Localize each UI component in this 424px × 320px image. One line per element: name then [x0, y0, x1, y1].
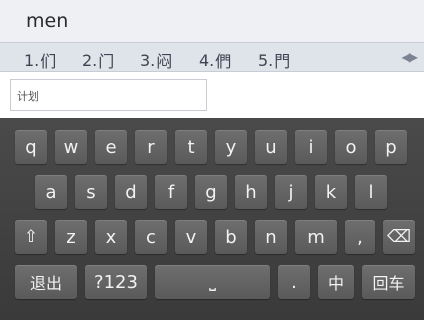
space-key[interactable]: ⎵ — [155, 265, 270, 299]
key-g[interactable]: g — [195, 175, 227, 209]
key-comma[interactable]: , — [345, 220, 375, 254]
candidate-char: 门 — [98, 52, 115, 71]
key-w[interactable]: w — [55, 130, 87, 164]
backspace-icon: ⌫ — [386, 227, 412, 247]
key-a[interactable]: a — [35, 175, 67, 209]
shift-icon: ⇧ — [23, 227, 39, 247]
candidate-number: 3. — [140, 50, 156, 70]
key-y[interactable]: y — [215, 130, 247, 164]
key-n[interactable]: n — [255, 220, 287, 254]
candidate-item[interactable]: 4. 們 — [199, 48, 231, 72]
text-input-field[interactable]: 计划 — [10, 79, 207, 111]
key-period[interactable]: . — [278, 265, 310, 299]
key-i[interactable]: i — [295, 130, 327, 164]
key-l[interactable]: l — [355, 175, 387, 209]
candidate-char: 们 — [40, 52, 57, 71]
chinese-toggle-key[interactable]: 中 — [318, 265, 354, 299]
candidate-number: 5. — [258, 50, 274, 70]
candidate-item[interactable]: 2. 门 — [82, 48, 114, 72]
candidate-bar: 1. 们 2. 门 3. 闷 4. 們 5. 門 ◀▶ — [0, 42, 424, 72]
key-j[interactable]: j — [275, 175, 307, 209]
shift-key[interactable]: ⇧ — [15, 220, 47, 254]
key-z[interactable]: z — [55, 220, 87, 254]
key-k[interactable]: k — [315, 175, 347, 209]
key-m[interactable]: m — [295, 220, 337, 254]
candidate-number: 2. — [82, 50, 98, 70]
candidate-char: 闷 — [156, 52, 173, 71]
key-t[interactable]: t — [175, 130, 207, 164]
key-h[interactable]: h — [235, 175, 267, 209]
key-v[interactable]: v — [175, 220, 207, 254]
key-x[interactable]: x — [95, 220, 127, 254]
backspace-key[interactable]: ⌫ — [383, 220, 415, 254]
key-d[interactable]: d — [115, 175, 147, 209]
key-o[interactable]: o — [335, 130, 367, 164]
key-b[interactable]: b — [215, 220, 247, 254]
key-p[interactable]: p — [375, 130, 407, 164]
numbers-key[interactable]: ?123 — [85, 265, 147, 299]
key-r[interactable]: r — [135, 130, 167, 164]
candidate-item[interactable]: 5. 門 — [258, 48, 290, 72]
key-e[interactable]: e — [95, 130, 127, 164]
key-f[interactable]: f — [155, 175, 187, 209]
candidate-char: 們 — [215, 52, 232, 71]
preedit-text: men — [26, 10, 69, 32]
page-arrows-icon[interactable]: ◀▶ — [402, 50, 419, 64]
input-value: 计划 — [17, 90, 39, 103]
virtual-keyboard: q w e r t y u i o p a s d f g h j k l ⇧ … — [0, 118, 424, 320]
key-q[interactable]: q — [15, 130, 47, 164]
exit-key[interactable]: 退出 — [15, 265, 77, 299]
candidate-char: 門 — [274, 52, 291, 71]
candidate-item[interactable]: 1. 们 — [24, 48, 56, 72]
space-icon: ⎵ — [209, 272, 216, 292]
enter-key[interactable]: 回车 — [362, 265, 415, 299]
candidate-number: 4. — [199, 50, 215, 70]
key-c[interactable]: c — [135, 220, 167, 254]
ime-candidate-panel: men 1. 们 2. 门 3. 闷 4. 們 5. 門 ◀▶ — [0, 0, 424, 72]
key-u[interactable]: u — [255, 130, 287, 164]
candidate-item[interactable]: 3. 闷 — [140, 48, 172, 72]
candidate-number: 1. — [24, 50, 40, 70]
key-s[interactable]: s — [75, 175, 107, 209]
